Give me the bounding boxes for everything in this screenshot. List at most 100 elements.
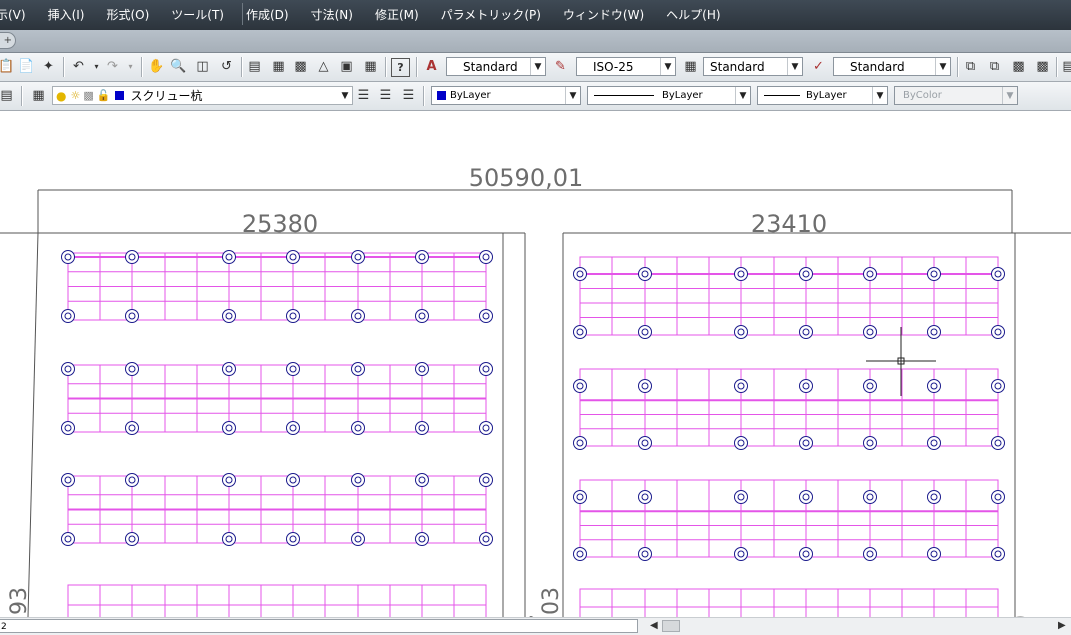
menu-item[interactable]: 修正(M): [375, 7, 419, 23]
layer-name: スクリュー杭: [130, 89, 203, 103]
side-dimension-mid2: 03: [539, 587, 564, 615]
chevron-down-icon[interactable]: ▼: [530, 58, 545, 75]
pile-outer-circle: [991, 379, 1005, 393]
lock-icon: 🔓: [96, 89, 111, 102]
zoom-realtime-icon[interactable]: 🔍: [170, 58, 187, 75]
chevron-down-icon[interactable]: ▼: [565, 87, 580, 104]
dim-style-icon[interactable]: ✎: [552, 58, 569, 75]
linetype-select[interactable]: ByLayer ▼: [587, 86, 751, 105]
scroll-thumb[interactable]: [662, 620, 680, 632]
layer-states-icon[interactable]: ▦: [30, 87, 47, 104]
viewport-freeze-icon: ▩: [83, 89, 94, 102]
make-current-layer-icon[interactable]: ☰: [355, 87, 372, 104]
dim-style-value: ISO-25: [593, 59, 634, 74]
design-center-icon[interactable]: ▦: [270, 58, 287, 75]
sheet-set-icon[interactable]: △: [315, 58, 332, 75]
menu-item[interactable]: 寸法(N): [311, 7, 353, 23]
redo-icon[interactable]: ↷: [104, 58, 121, 75]
menu-bar: 示(V) 挿入(I) 形式(O) ツール(T) 作成(D) 寸法(N) 修正(M) パラメトリ…: [0, 0, 1071, 30]
zoom-previous-icon[interactable]: ↺: [218, 58, 235, 75]
pile-outer-circle: [415, 362, 429, 376]
layer-select[interactable]: ● ☼ ▩ 🔓 スクリュー杭 ▼: [52, 86, 353, 105]
table-style-icon[interactable]: ▦: [682, 58, 699, 75]
redo-dropdown-icon[interactable]: ▾: [122, 58, 139, 75]
chevron-down-icon[interactable]: ▼: [660, 58, 675, 75]
pile-outer-circle: [125, 421, 139, 435]
pile-outer-circle: [415, 532, 429, 546]
file-tab-strip: +: [0, 30, 1071, 53]
pile-outer-circle: [286, 473, 300, 487]
color-select[interactable]: ByLayer ▼: [431, 86, 581, 105]
menu-item[interactable]: ウィンドウ(W): [563, 7, 644, 23]
toolbar-separator: [416, 57, 418, 77]
menu-item[interactable]: ヘルプ(H): [666, 7, 720, 23]
match-properties-icon[interactable]: ✦: [40, 58, 57, 75]
pile-outer-circle: [479, 421, 493, 435]
layout-tab[interactable]: 2: [0, 619, 638, 633]
markup-icon[interactable]: ▣: [338, 58, 355, 75]
table-style-select[interactable]: Standard ▼: [703, 57, 803, 76]
layer-previous-icon[interactable]: ☰: [377, 87, 394, 104]
layout-tab-label: 2: [1, 622, 7, 632]
chevron-down-icon[interactable]: ▼: [872, 87, 887, 104]
draw-order-under-icon[interactable]: ▩: [1034, 58, 1051, 75]
text-style-icon[interactable]: A: [423, 58, 440, 75]
grid-border: [67, 584, 487, 617]
pan-hand-icon[interactable]: ✋: [148, 58, 165, 75]
multileader-style-icon[interactable]: ✓: [810, 58, 827, 75]
pile-outer-circle: [573, 325, 587, 339]
paste-icon[interactable]: 📋: [0, 58, 15, 75]
plotstyle-select[interactable]: ByColor ▼: [894, 86, 1018, 105]
help-icon[interactable]: ?: [391, 58, 410, 77]
draw-order-back-icon[interactable]: ⧉: [986, 58, 1003, 75]
chevron-down-icon[interactable]: ▼: [735, 87, 750, 104]
pile-outer-circle: [415, 250, 429, 264]
pile-outer-circle: [222, 473, 236, 487]
pile-outer-circle: [286, 309, 300, 323]
pile-outer-circle: [61, 532, 75, 546]
pile-outer-circle: [863, 267, 877, 281]
menu-item[interactable]: 示(V): [0, 7, 26, 23]
menu-item[interactable]: ツール(T): [171, 7, 224, 23]
undo-icon[interactable]: ↶: [70, 58, 87, 75]
toolbar-separator: [141, 57, 143, 77]
pile-outer-circle: [479, 532, 493, 546]
menu-item[interactable]: 形式(O): [106, 7, 149, 23]
chevron-down-icon[interactable]: ▼: [935, 58, 950, 75]
text-style-select[interactable]: Standard ▼: [446, 57, 546, 76]
color-swatch: [437, 91, 446, 100]
text-front-icon[interactable]: ▤: [1060, 58, 1071, 75]
drawing-canvas[interactable]: 50590,01 25380 23410 93 42 03 0: [0, 111, 1071, 617]
chevron-down-icon[interactable]: ▼: [1002, 87, 1017, 104]
new-tab-button[interactable]: +: [0, 32, 16, 49]
layer-properties-icon[interactable]: ▤: [0, 87, 15, 104]
pile-outer-circle: [125, 362, 139, 376]
pile-outer-circle: [479, 309, 493, 323]
chevron-down-icon[interactable]: ▼: [338, 87, 352, 104]
chevron-down-icon[interactable]: ▼: [787, 58, 802, 75]
undo-dropdown-icon[interactable]: ▾: [88, 58, 105, 75]
pile-outer-circle: [927, 379, 941, 393]
menu-row: 示(V) 挿入(I) 形式(O) ツール(T) 作成(D) 寸法(N) 修正(M) パラメトリ…: [0, 0, 940, 30]
draw-order-front-icon[interactable]: ⧉: [962, 58, 979, 75]
draw-order-above-icon[interactable]: ▩: [1010, 58, 1027, 75]
menu-item[interactable]: 作成(D): [246, 7, 289, 23]
scroll-left-icon[interactable]: ◀: [650, 620, 658, 631]
layer-isolate-icon[interactable]: ☰: [400, 87, 417, 104]
menu-item[interactable]: 挿入(I): [48, 7, 85, 23]
dim-style-select[interactable]: ISO-25 ▼: [576, 57, 676, 76]
menu-item[interactable]: パラメトリック(P): [441, 7, 541, 23]
horizontal-scrollbar[interactable]: 2 ◀ ▶: [0, 617, 1071, 635]
zoom-window-icon[interactable]: ◫: [194, 58, 211, 75]
properties-icon[interactable]: ▤: [246, 58, 263, 75]
pile-grid-block: [579, 588, 999, 617]
multileader-style-select[interactable]: Standard ▼: [833, 57, 951, 76]
scroll-right-icon[interactable]: ▶: [1058, 620, 1066, 631]
calculator-icon[interactable]: ▦: [362, 58, 379, 75]
paste-block-icon[interactable]: 📄: [18, 58, 35, 75]
tool-palettes-icon[interactable]: ▩: [292, 58, 309, 75]
pile-outer-circle: [479, 362, 493, 376]
pile-outer-circle: [415, 473, 429, 487]
pile-outer-circle: [573, 547, 587, 561]
lineweight-select[interactable]: ByLayer ▼: [757, 86, 888, 105]
